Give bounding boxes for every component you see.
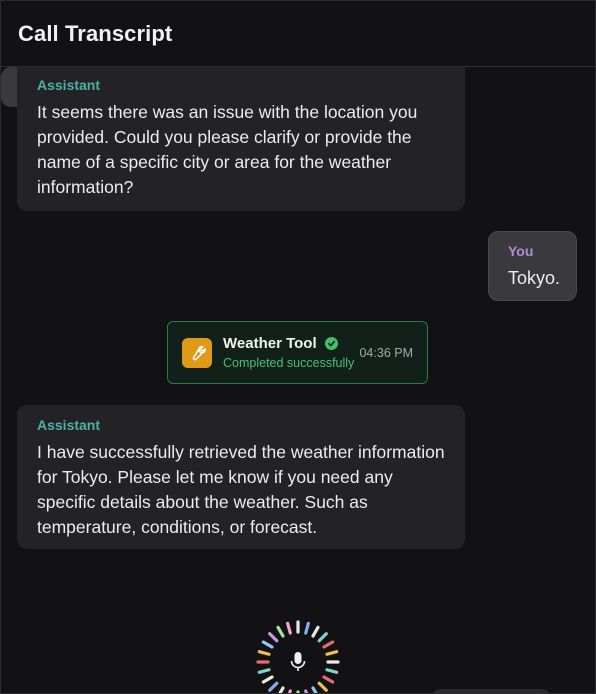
message-text: It seems there was an issue with the loc… bbox=[37, 102, 418, 197]
assistant-message: Assistant I have successfully retrieved … bbox=[17, 405, 465, 549]
tool-status: Completed successfully bbox=[223, 356, 355, 370]
page-title: Call Transcript bbox=[18, 20, 173, 46]
tool-call-card[interactable]: Weather Tool Completed successfully 04:3… bbox=[167, 321, 428, 384]
voice-activity-ring bbox=[256, 620, 340, 693]
ring-segment bbox=[325, 650, 339, 656]
tool-name: Weather Tool bbox=[223, 335, 317, 352]
ring-segment bbox=[325, 668, 339, 674]
speaker-label: Assistant bbox=[37, 77, 101, 93]
ring-segment bbox=[311, 686, 318, 693]
tool-info: Weather Tool Completed successfully bbox=[223, 335, 359, 370]
user-message: You Tokyo. bbox=[488, 231, 577, 301]
ring-segment bbox=[317, 632, 328, 643]
ring-segment bbox=[268, 632, 279, 643]
wrench-icon bbox=[182, 337, 212, 368]
partial-pill bbox=[431, 689, 551, 693]
message-text: I have successfully retrieved the weathe… bbox=[37, 442, 445, 537]
speaker-label: You bbox=[508, 243, 534, 259]
ring-segment bbox=[276, 625, 285, 638]
ring-segment bbox=[311, 625, 320, 638]
transcript-feed[interactable]: Assistant It seems there was an issue wi… bbox=[1, 67, 595, 585]
call-transcript-window: Call Transcript Assistant It seems there… bbox=[0, 0, 596, 694]
ring-segment bbox=[261, 675, 274, 684]
check-circle-icon bbox=[324, 337, 338, 350]
microphone-button[interactable] bbox=[253, 617, 343, 693]
ring-segment bbox=[286, 621, 292, 635]
speaker-label: Assistant bbox=[37, 417, 101, 433]
tool-timestamp: 04:36 PM bbox=[359, 345, 413, 360]
ring-segment bbox=[257, 650, 271, 656]
microphone-icon bbox=[290, 652, 306, 671]
ring-segment bbox=[261, 640, 274, 649]
voice-control-area bbox=[1, 585, 595, 693]
ring-segment bbox=[322, 675, 335, 684]
assistant-message: Assistant It seems there was an issue wi… bbox=[17, 67, 465, 211]
ring-segment bbox=[278, 686, 285, 693]
ring-segment bbox=[304, 621, 310, 635]
ring-segment bbox=[257, 668, 271, 674]
header: Call Transcript bbox=[1, 1, 595, 67]
ring-segment bbox=[322, 640, 335, 649]
ring-segment bbox=[268, 681, 279, 692]
message-text: Tokyo. bbox=[508, 268, 561, 288]
ring-segment bbox=[317, 681, 328, 692]
